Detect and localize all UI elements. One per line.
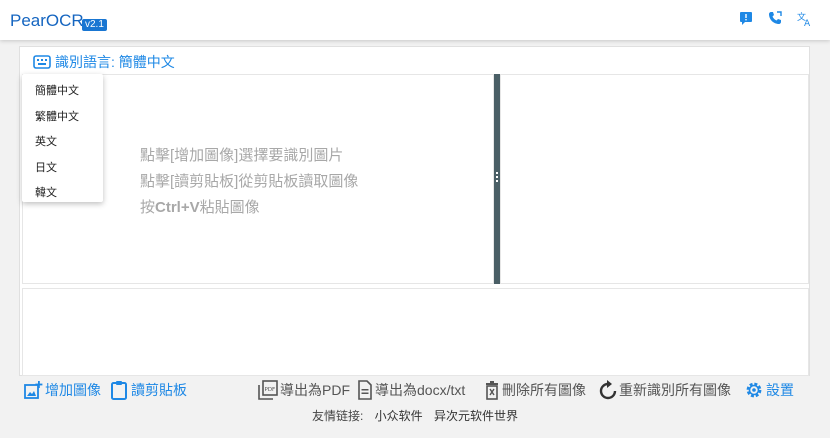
- text-output-pane[interactable]: [22, 288, 809, 376]
- read-clipboard-button[interactable]: 讀剪貼板: [109, 379, 187, 401]
- hint-clipboard: 點擊[讀剪貼板]從剪貼板讀取圖像: [140, 173, 359, 190]
- language-option[interactable]: 英文: [35, 133, 57, 149]
- footer-link[interactable]: 小众软件: [375, 409, 423, 423]
- version-badge: v2.1: [82, 19, 107, 31]
- read-clipboard-label: 讀剪貼板: [131, 382, 187, 398]
- bottom-toolbar: 增加圖像 讀剪貼板 PDF 導出為PDF 導出為docx/txt 刪除所有圖像 …: [0, 379, 830, 401]
- clipboard-icon: [111, 381, 127, 400]
- trash-icon: [486, 381, 498, 400]
- gear-icon: [746, 382, 762, 398]
- export-pdf-label: 導出為PDF: [280, 382, 350, 398]
- reidentify-all-button[interactable]: 重新識別所有圖像: [599, 379, 731, 401]
- language-dropdown: 簡體中文 繁體中文 英文 日文 韓文: [22, 74, 103, 202]
- export-pdf-button[interactable]: PDF 導出為PDF: [258, 379, 350, 401]
- settings-label: 設置: [766, 382, 794, 398]
- add-image-label: 增加圖像: [45, 382, 101, 398]
- language-option[interactable]: 繁體中文: [35, 108, 79, 124]
- hint-paste: 按Ctrl+V粘貼圖像: [140, 199, 260, 216]
- pdf-icon: PDF: [258, 380, 278, 400]
- reidentify-all-label: 重新識別所有圖像: [619, 382, 731, 398]
- drag-handle-icon: [495, 172, 499, 184]
- language-option[interactable]: 日文: [35, 159, 57, 175]
- app-bar: PearOCR v2.1 文A: [0, 0, 830, 40]
- footer-link[interactable]: 异次元软件世界: [434, 409, 518, 423]
- svg-text:PDF: PDF: [265, 387, 276, 393]
- keyboard-icon: [33, 55, 51, 69]
- app-title: PearOCR: [10, 11, 84, 30]
- language-label: 識別語言: 簡體中文: [55, 54, 175, 70]
- refresh-icon: [599, 380, 617, 400]
- footer: 友情链接: 小众软件 异次元软件世界: [0, 407, 830, 424]
- footer-label: 友情链接:: [311, 409, 364, 423]
- delete-all-label: 刪除所有圖像: [502, 382, 586, 398]
- language-option[interactable]: 簡體中文: [35, 82, 79, 98]
- export-docx-button[interactable]: 導出為docx/txt: [357, 379, 465, 401]
- translate-icon[interactable]: 文A: [797, 11, 813, 29]
- add-image-button[interactable]: 增加圖像: [23, 379, 101, 401]
- hint-paste-key: Ctrl+V: [155, 199, 200, 216]
- feedback-icon[interactable]: [739, 11, 755, 27]
- document-icon: [358, 380, 372, 400]
- svg-text:A: A: [804, 19, 811, 27]
- settings-button[interactable]: 設置: [744, 379, 794, 401]
- hint-add-image: 點擊[增加圖像]選擇要識別圖片: [140, 147, 344, 164]
- phone-icon[interactable]: [768, 11, 784, 27]
- language-option[interactable]: 韓文: [35, 184, 57, 200]
- add-image-icon: [24, 381, 43, 399]
- export-docx-label: 導出為docx/txt: [375, 382, 466, 398]
- result-pane[interactable]: [500, 74, 809, 284]
- delete-all-button[interactable]: 刪除所有圖像: [484, 379, 586, 401]
- language-selector[interactable]: 識別語言: 簡體中文: [33, 52, 175, 72]
